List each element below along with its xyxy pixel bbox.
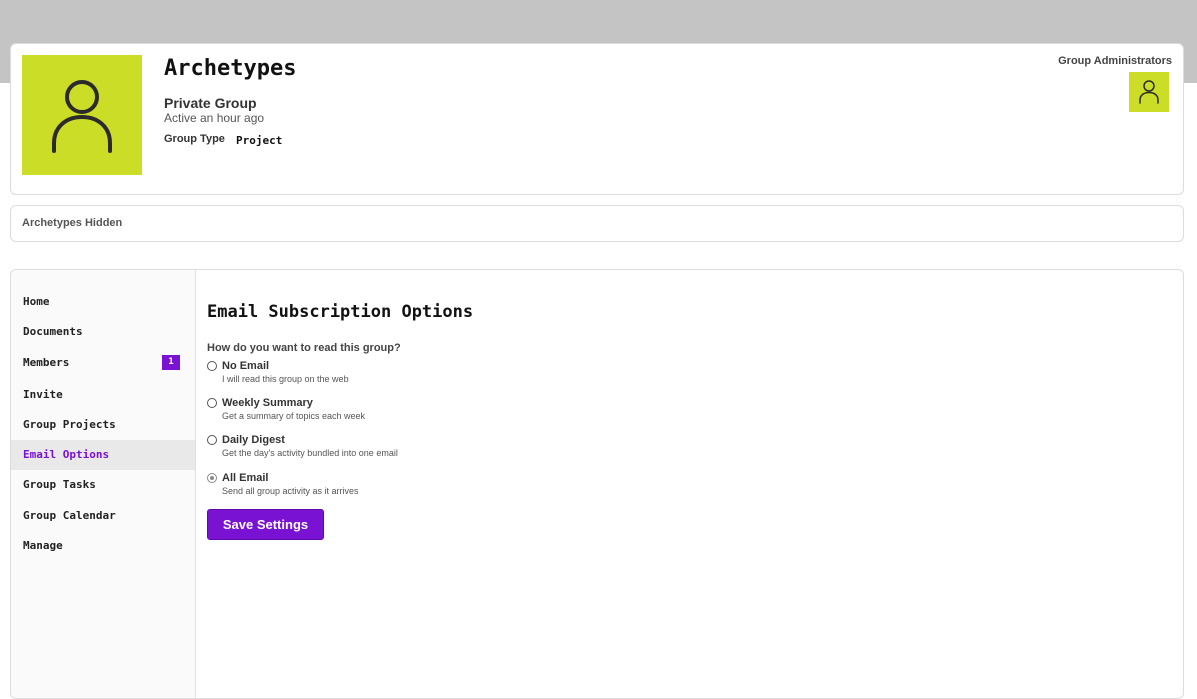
subscription-question: How do you want to read this group? — [207, 342, 401, 354]
group-header: Archetypes Private Group Active an hour … — [10, 43, 1184, 195]
nav-item-manage[interactable]: Manage — [11, 531, 195, 561]
nav-item-invite[interactable]: Invite — [11, 380, 195, 410]
nav-item-group-tasks[interactable]: Group Tasks — [11, 470, 195, 500]
email-options-section: Email Subscription Options How do you wa… — [207, 270, 1183, 698]
nav-item-label: Invite — [23, 388, 63, 401]
save-settings-button[interactable]: Save Settings — [207, 509, 324, 540]
group-activity: Active an hour ago — [164, 111, 265, 125]
nav-item-label: Email Options — [23, 448, 110, 461]
option-label[interactable]: Daily Digest — [222, 434, 285, 446]
group-status-bar: Archetypes Hidden — [10, 205, 1184, 242]
nav-item-label: Group Calendar — [23, 509, 116, 522]
group-type-value[interactable]: Project — [236, 134, 282, 147]
members-count-badge: 1 — [162, 355, 180, 370]
user-icon — [52, 80, 112, 153]
no-email-radio[interactable] — [207, 361, 217, 371]
group-avatar[interactable] — [22, 55, 142, 175]
option-description: Send all group activity as it arrives — [222, 486, 359, 496]
nav-item-members[interactable]: Members 1 — [11, 348, 195, 378]
nav-item-label: Group Tasks — [23, 478, 96, 491]
option-label[interactable]: All Email — [222, 472, 268, 484]
group-title: Archetypes — [164, 56, 297, 81]
group-nav: Home Documents Members 1 Invite Group Pr… — [11, 270, 196, 698]
nav-item-group-projects[interactable]: Group Projects — [11, 410, 195, 440]
option-daily-digest[interactable]: Daily Digest Get the day's activity bund… — [207, 434, 607, 467]
option-description: Get the day's activity bundled into one … — [222, 448, 398, 458]
nav-item-label: Home — [23, 295, 50, 308]
daily-digest-radio[interactable] — [207, 435, 217, 445]
option-label[interactable]: Weekly Summary — [222, 397, 313, 409]
nav-item-group-calendar[interactable]: Group Calendar — [11, 501, 195, 531]
option-no-email[interactable]: No Email I will read this group on the w… — [207, 360, 607, 393]
nav-item-documents[interactable]: Documents — [11, 317, 195, 347]
all-email-radio[interactable] — [207, 473, 217, 483]
admin-avatar[interactable] — [1129, 72, 1169, 112]
group-privacy: Private Group — [164, 95, 257, 111]
nav-item-label: Members — [23, 356, 70, 369]
nav-item-home[interactable]: Home — [11, 287, 195, 317]
option-description: I will read this group on the web — [222, 374, 349, 384]
nav-item-label: Group Projects — [23, 418, 116, 431]
group-type-label: Group Type — [164, 133, 225, 145]
option-description: Get a summary of topics each week — [222, 411, 366, 421]
weekly-summary-radio[interactable] — [207, 398, 217, 408]
nav-item-label: Documents — [23, 325, 83, 338]
option-label[interactable]: No Email — [222, 360, 269, 372]
user-icon — [1139, 80, 1159, 104]
option-weekly-summary[interactable]: Weekly Summary Get a summary of topics e… — [207, 397, 607, 430]
group-status-text: Archetypes Hidden — [22, 217, 123, 229]
option-all-email[interactable]: All Email Send all group activity as it … — [207, 472, 607, 505]
nav-item-label: Manage — [23, 539, 63, 552]
nav-item-email-options[interactable]: Email Options — [11, 440, 195, 470]
section-title: Email Subscription Options — [207, 302, 474, 322]
admins-title: Group Administrators — [1058, 55, 1172, 67]
main-panel: Home Documents Members 1 Invite Group Pr… — [10, 269, 1184, 699]
